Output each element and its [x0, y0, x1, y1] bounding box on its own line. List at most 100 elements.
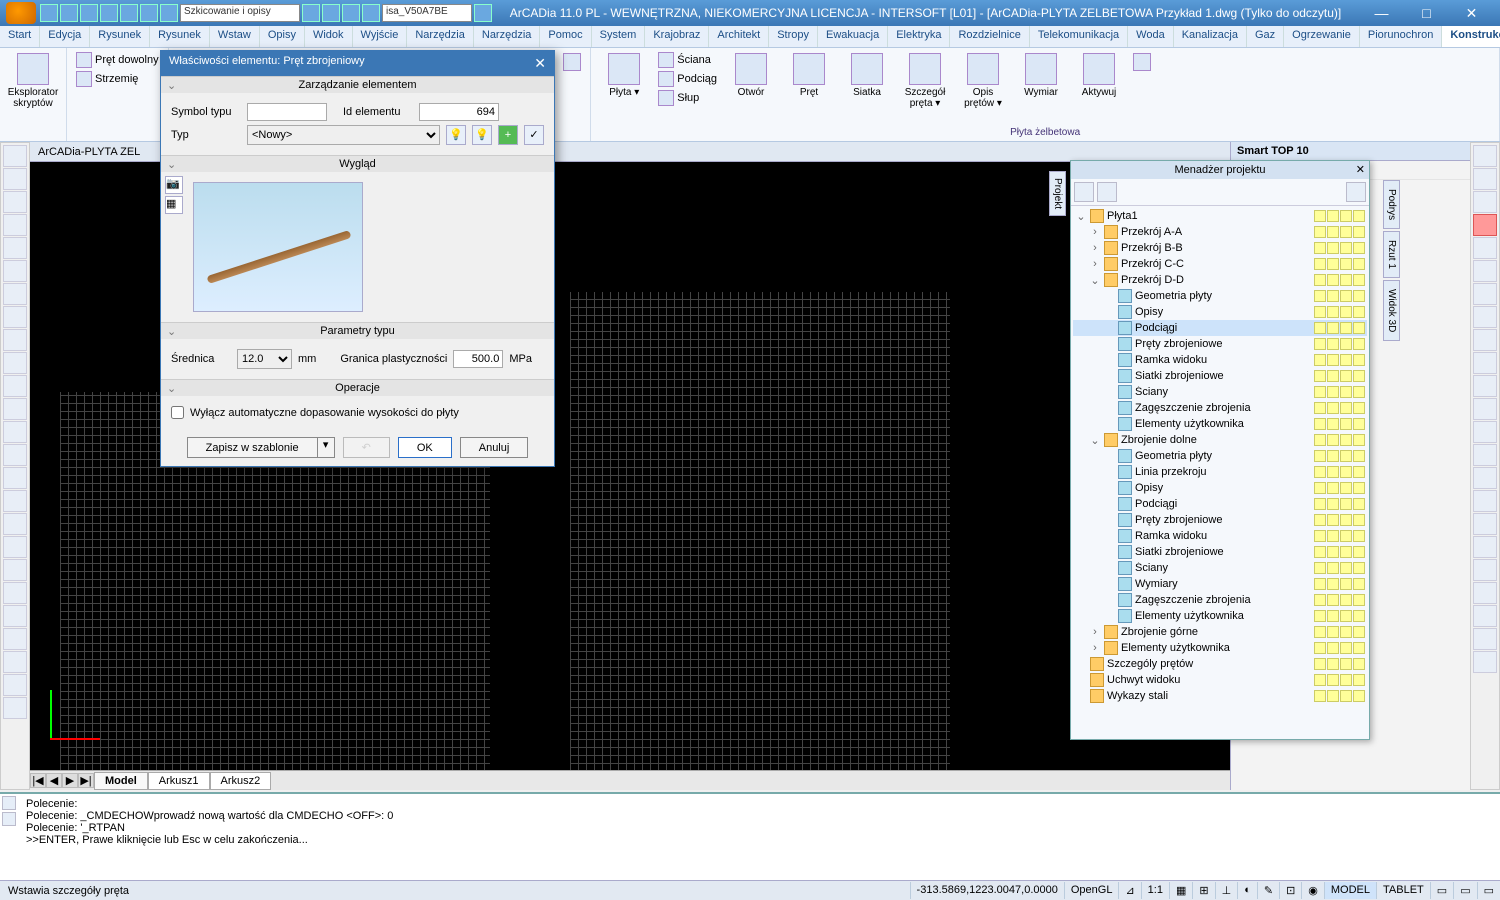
print-icon[interactable]	[1340, 562, 1352, 574]
check-icon[interactable]	[1353, 402, 1365, 414]
cmd-tool-icon[interactable]	[2, 796, 16, 810]
vis-icon[interactable]	[1314, 642, 1326, 654]
qat-btn[interactable]	[140, 4, 158, 22]
check-icon[interactable]	[1353, 370, 1365, 382]
tool-icon[interactable]	[3, 191, 27, 213]
qat-btn[interactable]	[302, 4, 320, 22]
sheet-tab-model[interactable]: Model	[94, 772, 148, 790]
print-icon[interactable]	[1340, 258, 1352, 270]
vis-icon[interactable]	[1314, 674, 1326, 686]
lock-icon[interactable]	[1327, 546, 1339, 558]
vis-icon[interactable]	[1314, 594, 1326, 606]
tool-icon[interactable]	[3, 628, 27, 650]
tree-row[interactable]: Elementy użytkownika	[1073, 416, 1367, 432]
lock-icon[interactable]	[1327, 690, 1339, 702]
ribbon-tab[interactable]: Pomoc	[540, 26, 591, 47]
check-icon[interactable]	[1353, 514, 1365, 526]
vis-icon[interactable]	[1314, 386, 1326, 398]
tree-row[interactable]: ›Elementy użytkownika	[1073, 640, 1367, 656]
ribbon-tab[interactable]: Architekt	[709, 26, 769, 47]
tree-row[interactable]: Zagęszczenie zbrojenia	[1073, 400, 1367, 416]
lock-icon[interactable]	[1327, 498, 1339, 510]
check-icon[interactable]	[1353, 482, 1365, 494]
print-icon[interactable]	[1340, 306, 1352, 318]
ribbon-tab[interactable]: Telekomunikacja	[1030, 26, 1128, 47]
tool-icon[interactable]	[1473, 375, 1497, 397]
print-icon[interactable]	[1340, 226, 1352, 238]
qat-btn[interactable]	[160, 4, 178, 22]
group-launcher2[interactable]	[1130, 51, 1154, 73]
lock-icon[interactable]	[1327, 258, 1339, 270]
check-icon[interactable]	[1353, 338, 1365, 350]
sheet-nav-prev[interactable]: ◀	[46, 773, 62, 788]
expand-icon[interactable]: ⌄	[1075, 210, 1087, 223]
auto-fit-checkbox[interactable]	[171, 406, 184, 419]
print-icon[interactable]	[1340, 386, 1352, 398]
lock-icon[interactable]	[1327, 642, 1339, 654]
rebar-button[interactable]: Pręt	[782, 51, 836, 100]
pm-tool-icon[interactable]	[1097, 182, 1117, 202]
ribbon-tab[interactable]: Narzędzia	[407, 26, 474, 47]
save-template-button[interactable]: Zapisz w szablonie	[187, 437, 317, 458]
status-icon[interactable]: ⊥	[1215, 882, 1238, 899]
print-icon[interactable]	[1340, 594, 1352, 606]
lock-icon[interactable]	[1327, 434, 1339, 446]
tool-icon[interactable]	[3, 375, 27, 397]
qat-combo-layer[interactable]: isa_V50A7BE	[382, 4, 472, 22]
tool-icon[interactable]	[3, 605, 27, 627]
ribbon-tab[interactable]: Rysunek	[150, 26, 210, 47]
lock-icon[interactable]	[1327, 466, 1339, 478]
sheet-tab[interactable]: Arkusz2	[210, 772, 272, 790]
pm-side-tab[interactable]: Projekt	[1049, 171, 1066, 216]
vis-icon[interactable]	[1314, 514, 1326, 526]
tool-icon[interactable]	[3, 329, 27, 351]
vis-icon[interactable]	[1314, 610, 1326, 622]
tree-row[interactable]: Uchwyt widoku	[1073, 672, 1367, 688]
tree-row[interactable]: Pręty zbrojeniowe	[1073, 336, 1367, 352]
ribbon-tab[interactable]: Start	[0, 26, 40, 47]
print-icon[interactable]	[1340, 402, 1352, 414]
type-opt-icon[interactable]: 💡	[446, 125, 466, 145]
side-tab[interactable]: Widok 3D	[1383, 280, 1400, 341]
tool-icon[interactable]	[3, 145, 27, 167]
check-icon[interactable]	[1353, 210, 1365, 222]
lock-icon[interactable]	[1327, 530, 1339, 542]
tool-icon[interactable]	[3, 444, 27, 466]
lock-icon[interactable]	[1327, 338, 1339, 350]
vis-icon[interactable]	[1314, 370, 1326, 382]
ribbon-tab[interactable]: Rysunek	[90, 26, 150, 47]
tool-icon[interactable]	[1473, 145, 1497, 167]
tool-icon[interactable]	[1473, 582, 1497, 604]
type-select[interactable]: <Nowy>	[247, 125, 440, 145]
tool-icon[interactable]	[3, 214, 27, 236]
tree-row[interactable]: Ściany	[1073, 384, 1367, 400]
ribbon-tab[interactable]: Rozdzielnice	[950, 26, 1029, 47]
status-renderer[interactable]: OpenGL	[1064, 882, 1119, 899]
vis-icon[interactable]	[1314, 258, 1326, 270]
sheet-nav-last[interactable]: ▶|	[78, 773, 94, 788]
tool-icon[interactable]	[3, 674, 27, 696]
vis-icon[interactable]	[1314, 578, 1326, 590]
status-icon[interactable]: ⊿	[1118, 882, 1140, 899]
vis-icon[interactable]	[1314, 274, 1326, 286]
print-icon[interactable]	[1340, 434, 1352, 446]
print-icon[interactable]	[1340, 210, 1352, 222]
status-icon[interactable]: ◐	[1237, 882, 1257, 899]
vis-icon[interactable]	[1314, 210, 1326, 222]
lock-icon[interactable]	[1327, 418, 1339, 430]
ribbon-tab[interactable]: Konstrukcje	[1442, 26, 1500, 47]
print-icon[interactable]	[1340, 530, 1352, 542]
activate2-button[interactable]: Aktywuj	[1072, 51, 1126, 100]
check-icon[interactable]	[1353, 546, 1365, 558]
ribbon-tab[interactable]: Elektryka	[888, 26, 950, 47]
tool-icon[interactable]	[3, 260, 27, 282]
lock-icon[interactable]	[1327, 562, 1339, 574]
lock-icon[interactable]	[1327, 594, 1339, 606]
tree-row[interactable]: Opisy	[1073, 480, 1367, 496]
cancel-button[interactable]: Anuluj	[460, 437, 529, 458]
lock-icon[interactable]	[1327, 450, 1339, 462]
check-icon[interactable]	[1353, 242, 1365, 254]
print-icon[interactable]	[1340, 690, 1352, 702]
print-icon[interactable]	[1340, 642, 1352, 654]
tool-icon[interactable]	[3, 513, 27, 535]
